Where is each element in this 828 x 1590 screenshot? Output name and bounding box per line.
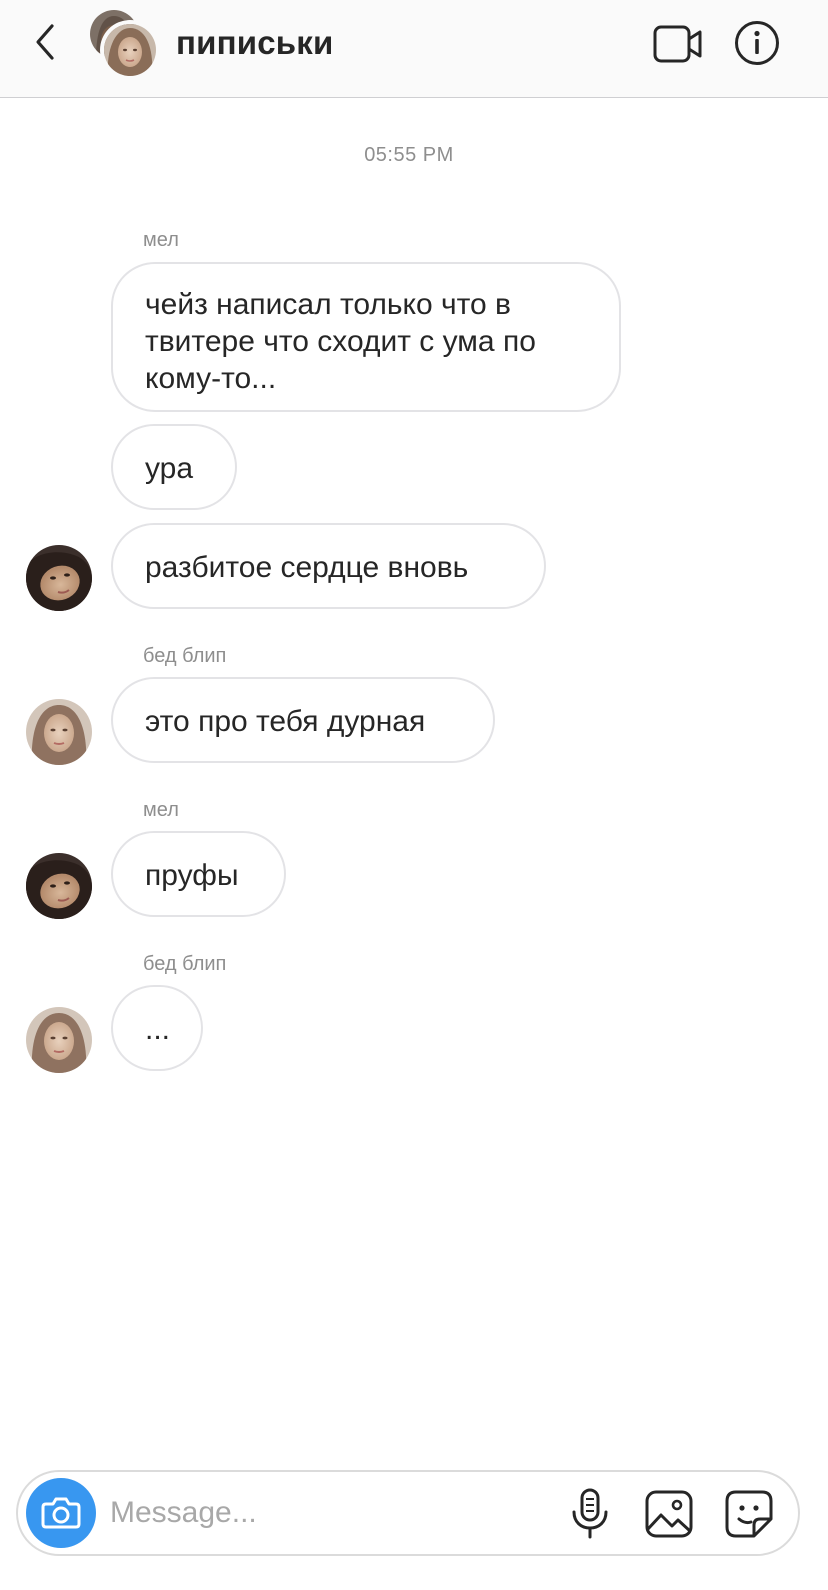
camera-button[interactable] (26, 1478, 96, 1548)
info-button[interactable] (734, 20, 780, 66)
avatar-bad-blip[interactable] (26, 1007, 92, 1073)
message-input[interactable] (110, 1488, 550, 1538)
message-timestamp: 05:55 PM (364, 144, 454, 166)
sender-name: мел (143, 229, 179, 251)
sender-name: бед блип (143, 953, 227, 975)
image-gallery-icon (645, 1490, 693, 1538)
camera-icon (41, 1497, 81, 1529)
video-call-button[interactable] (652, 22, 704, 66)
message-text: ура (145, 452, 194, 485)
message-text: это про тебя дурная (145, 705, 426, 738)
gallery-button[interactable] (644, 1489, 694, 1539)
sender-name: мел (143, 799, 179, 821)
chevron-left-icon (36, 24, 54, 60)
voice-message-button[interactable] (568, 1488, 612, 1540)
message-bubble[interactable]: это про тебя дурная (111, 677, 495, 763)
message-bubble[interactable]: разбитое сердце вновь (111, 523, 546, 609)
sender-name: бед блип (143, 645, 227, 667)
sticker-icon (725, 1490, 773, 1538)
message-bubble[interactable]: чейз написал только что в твитере что сх… (111, 262, 621, 412)
info-icon (735, 21, 779, 65)
message-text: ... (145, 1013, 171, 1046)
video-camera-icon (653, 25, 702, 63)
avatar-mel[interactable] (26, 853, 92, 919)
microphone-icon (572, 1488, 608, 1539)
avatar-bad-blip[interactable] (26, 699, 92, 765)
avatar-mel[interactable] (26, 545, 92, 611)
group-avatar[interactable] (90, 10, 158, 78)
back-button[interactable] (26, 22, 66, 62)
message-text: разбитое сердце вновь (145, 551, 469, 584)
message-text: чейз написал только что в твитере что сх… (145, 288, 536, 395)
message-composer (16, 1470, 800, 1556)
sticker-button[interactable] (724, 1489, 774, 1539)
group-avatar-front (104, 24, 156, 76)
message-bubble[interactable]: ура (111, 424, 237, 510)
message-text: пруфы (145, 859, 239, 892)
message-bubble[interactable]: ... (111, 985, 203, 1071)
chat-header: пиписьки (0, 0, 828, 98)
chat-title[interactable]: пиписьки (176, 24, 333, 62)
message-bubble[interactable]: пруфы (111, 831, 286, 917)
